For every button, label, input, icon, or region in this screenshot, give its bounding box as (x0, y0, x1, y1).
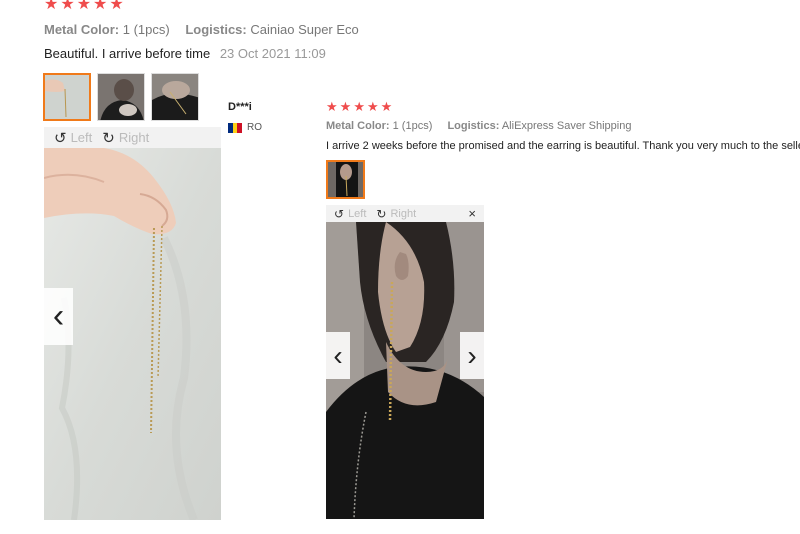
review1-image-viewer[interactable]: ‹ (44, 148, 221, 520)
rotate-right-label: Right (118, 130, 150, 145)
review1-image-toolbar: ↺ Left ↻ Right (44, 127, 221, 148)
metal-color-label: Metal Color: (44, 22, 120, 37)
review-text: I arrive 2 weeks before the promised and… (326, 140, 800, 152)
star-icon: ★ (60, 0, 75, 13)
chevron-right-icon: › (467, 339, 477, 371)
review-text: Beautiful. I arrive before time (44, 46, 211, 61)
logistics-value: AliExpress Saver Shipping (501, 120, 632, 132)
country-code: RO (247, 122, 262, 133)
review1-thumbnail-1[interactable] (43, 73, 91, 121)
review2-sku-info: Metal Color: 1 (1pcs) Logistics: AliExpr… (326, 120, 631, 132)
logistics-label: Logistics: (447, 120, 500, 132)
chevron-left-icon: ‹ (333, 339, 343, 371)
rotate-left-label: Left (70, 130, 93, 145)
star-icon: ★ (353, 99, 365, 114)
logistics-value: Cainiao Super Eco (250, 22, 359, 37)
rotate-left-icon: ↺ (334, 206, 345, 221)
star-icon: ★ (326, 99, 338, 114)
review2-image-viewer[interactable]: ‹ › (326, 222, 484, 519)
logistics-label: Logistics: (185, 22, 247, 37)
rotate-right-button[interactable]: ↻ Right (376, 207, 416, 221)
star-icon: ★ (76, 0, 92, 13)
prev-image-button[interactable]: ‹ (44, 288, 73, 345)
rotate-left-icon: ↺ (54, 129, 67, 147)
chevron-left-icon: ‹ (52, 297, 65, 335)
star-icon: ★ (366, 99, 379, 114)
review1-thumbnail-2[interactable] (97, 73, 145, 121)
rotate-left-button[interactable]: ↺ Left (54, 129, 92, 147)
review2-thumbnail-1[interactable] (326, 160, 365, 199)
person-photo-icon (98, 74, 144, 120)
rotate-right-button[interactable]: ↻ Right (102, 129, 149, 147)
star-icon: ★ (44, 0, 59, 13)
reviewer-country: RO (228, 122, 262, 133)
rotate-right-icon: ↻ (376, 206, 387, 221)
review2-image-toolbar: ↺ Left ↻ Right × (326, 205, 484, 222)
metal-color-value: 1 (1pcs) (122, 22, 170, 37)
earring-in-hand-icon (45, 75, 89, 119)
rotate-right-icon: ↻ (102, 129, 115, 147)
reviewer-name: D***i (228, 101, 252, 113)
metal-color-label: Metal Color: (326, 120, 390, 132)
review1-rating-stars: ★ ★ ★ ★ ★ (44, 0, 124, 13)
star-icon: ★ (339, 99, 352, 114)
next-image-button[interactable]: › (460, 332, 484, 379)
rotate-left-button[interactable]: ↺ Left (334, 207, 366, 221)
prev-image-button[interactable]: ‹ (326, 332, 350, 379)
review1-thumbnail-3[interactable] (151, 73, 199, 121)
review2-body: I arrive 2 weeks before the promised and… (326, 140, 800, 152)
neck-photo-icon (152, 74, 198, 120)
review-date: 23 Oct 2021 11:09 (219, 46, 326, 61)
romania-flag-icon (228, 122, 243, 133)
metal-color-value: 1 (1pcs) (392, 120, 433, 132)
review1-body: Beautiful. I arrive before time 23 Oct 2… (44, 46, 326, 61)
star-icon: ★ (109, 0, 124, 13)
review1-sku-info: Metal Color: 1 (1pcs) Logistics: Cainiao… (44, 22, 359, 37)
rotate-right-label: Right (390, 207, 417, 220)
review2-rating-stars: ★ ★ ★ ★ ★ (326, 100, 392, 113)
close-icon[interactable]: × (468, 206, 476, 221)
star-icon: ★ (93, 0, 108, 13)
earring-worn-icon (328, 162, 363, 197)
rotate-left-label: Left (348, 207, 367, 220)
star-icon: ★ (380, 99, 393, 114)
